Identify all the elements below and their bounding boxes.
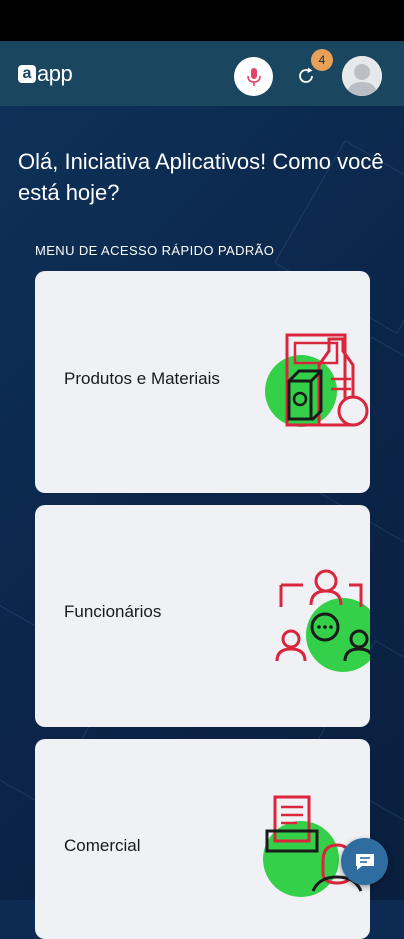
card-employees[interactable]: Funcionários [35, 505, 370, 727]
card-products-materials[interactable]: Produtos e Materiais [35, 271, 370, 493]
app-logo[interactable]: a app [18, 59, 73, 89]
chat-button[interactable] [341, 838, 388, 885]
card-commercial[interactable]: Comercial [35, 739, 370, 939]
logo-mark: a [18, 65, 36, 83]
products-materials-icon [265, 333, 369, 427]
section-title: MENU DE ACESSO RÁPIDO PADRÃO [35, 243, 275, 258]
microphone-button[interactable] [234, 57, 273, 96]
avatar[interactable] [342, 56, 382, 96]
logo-text: app [37, 61, 73, 86]
microphone-icon [246, 67, 261, 86]
card-label: Comercial [64, 836, 141, 855]
card-label: Funcionários [64, 602, 162, 621]
employees-icon [275, 569, 370, 672]
chat-icon [355, 853, 374, 870]
greeting-text: Olá, Iniciativa Aplicativos! Como você e… [18, 149, 384, 205]
status-bar [0, 0, 404, 41]
card-label: Produtos e Materiais [64, 369, 220, 388]
user-avatar-icon [342, 56, 382, 96]
sync-icon [299, 67, 313, 83]
sync-badge: 4 [311, 49, 333, 71]
